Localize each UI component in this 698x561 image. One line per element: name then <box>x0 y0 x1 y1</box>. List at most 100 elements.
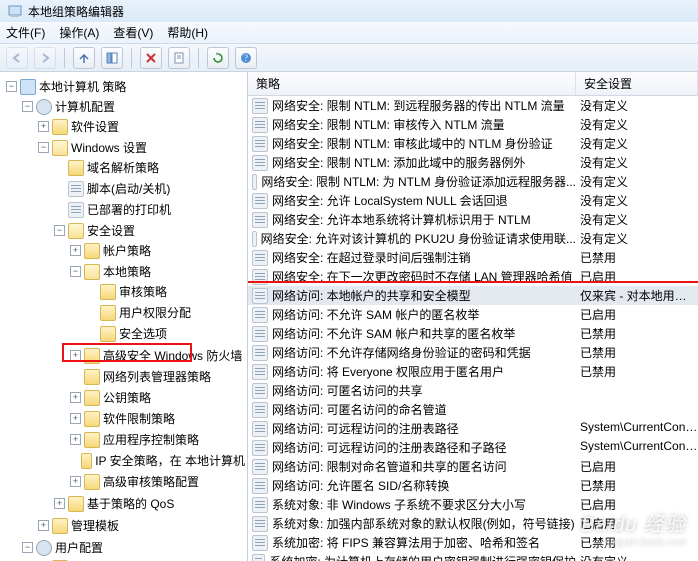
policy-icon <box>252 288 268 304</box>
folder-open-icon <box>68 223 84 239</box>
delete-button[interactable] <box>140 47 162 69</box>
policy-cell: 网络访问: 限制对命名管道和共享的匿名访问 <box>248 458 576 475</box>
show-hide-tree-button[interactable] <box>101 47 123 69</box>
tree-audit-policy[interactable]: 审核策略 <box>84 282 247 301</box>
menu-help[interactable]: 帮助(H) <box>167 24 208 41</box>
policy-row[interactable]: 网络安全: 在超过登录时间后强制注销已禁用 <box>248 248 698 267</box>
setting-cell: 没有定义 <box>576 135 698 152</box>
tree-deployed-printers[interactable]: 已部署的打印机 <box>52 200 247 219</box>
folder-icon <box>52 119 68 135</box>
list-header[interactable]: 策略 安全设置 <box>248 72 698 96</box>
policy-row[interactable]: 网络访问: 可匿名访问的共享 <box>248 381 698 400</box>
policy-cell: 系统加密: 将 FIPS 兼容算法用于加密、哈希和签名 <box>248 534 576 551</box>
setting-cell: 已启用 <box>576 496 698 513</box>
policy-cell: 系统对象: 非 Windows 子系统不要求区分大小写 <box>248 496 576 513</box>
policy-row[interactable]: 网络访问: 将 Everyone 权限应用于匿名用户已禁用 <box>248 362 698 381</box>
policy-row[interactable]: 网络访问: 限制对命名管道和共享的匿名访问已启用 <box>248 457 698 476</box>
policy-row[interactable]: 网络访问: 允许匿名 SID/名称转换已禁用 <box>248 476 698 495</box>
policy-row[interactable]: 网络访问: 不允许 SAM 帐户和共享的匿名枚举已禁用 <box>248 324 698 343</box>
properties-button[interactable] <box>168 47 190 69</box>
policy-row[interactable]: 网络安全: 允许 LocalSystem NULL 会话回退没有定义 <box>248 191 698 210</box>
console-tree[interactable]: −本地计算机 策略 −计算机配置 +软件设置 −Windows 设置 域名解析策… <box>0 72 248 561</box>
tree-ip-security[interactable]: IP 安全策略，在 本地计算机 <box>68 451 247 470</box>
list-body[interactable]: 网络安全: 限制 NTLM: 到远程服务器的传出 NTLM 流量没有定义网络安全… <box>248 96 698 561</box>
policy-icon <box>252 402 268 418</box>
policy-row[interactable]: 系统对象: 加强内部系统对象的默认权限(例如，符号链接)已启用 <box>248 514 698 533</box>
policy-row[interactable]: 系统加密: 将 FIPS 兼容算法用于加密、哈希和签名已禁用 <box>248 533 698 552</box>
policy-cell: 网络访问: 可匿名访问的命名管道 <box>248 401 576 418</box>
menu-file[interactable]: 文件(F) <box>6 24 45 41</box>
policy-icon <box>252 554 265 561</box>
policy-cell: 网络安全: 允许 LocalSystem NULL 会话回退 <box>248 192 576 209</box>
up-button[interactable] <box>73 47 95 69</box>
tree-advanced-audit[interactable]: +高级审核策略配置 <box>68 472 247 491</box>
policy-row[interactable]: 网络安全: 允许本地系统将计算机标识用于 NTLM没有定义 <box>248 210 698 229</box>
setting-cell <box>576 401 698 418</box>
help-button[interactable]: ? <box>235 47 257 69</box>
policy-icon <box>252 440 268 456</box>
policy-row[interactable]: 网络安全: 限制 NTLM: 添加此域中的服务器例外没有定义 <box>248 153 698 172</box>
setting-cell: 已启用 <box>576 458 698 475</box>
column-header-policy[interactable]: 策略 <box>248 72 576 95</box>
folder-icon <box>100 284 116 300</box>
setting-cell: 已禁用 <box>576 249 698 266</box>
tree-policy-qos[interactable]: +基于策略的 QoS <box>52 494 247 513</box>
policy-icon <box>252 326 268 342</box>
policy-row[interactable]: 网络安全: 限制 NTLM: 到远程服务器的传出 NTLM 流量没有定义 <box>248 96 698 115</box>
tree-root[interactable]: −本地计算机 策略 <box>4 77 247 96</box>
tree-local-policy[interactable]: −本地策略 <box>68 262 247 281</box>
folder-icon <box>84 369 100 385</box>
tree-software-settings[interactable]: +软件设置 <box>36 117 247 136</box>
policy-row[interactable]: 系统对象: 非 Windows 子系统不要求区分大小写已启用 <box>248 495 698 514</box>
gear-icon <box>36 540 52 556</box>
tree-app-control[interactable]: +应用程序控制策略 <box>68 430 247 449</box>
menu-view[interactable]: 查看(V) <box>113 24 153 41</box>
forward-button[interactable] <box>34 47 56 69</box>
back-button[interactable] <box>6 47 28 69</box>
setting-cell <box>576 382 698 399</box>
policy-row[interactable]: 网络安全: 在下一次更改密码时不存储 LAN 管理器哈希值已启用 <box>248 267 698 286</box>
policy-cell: 网络访问: 本地帐户的共享和安全模型 <box>248 287 576 304</box>
tree-security-options[interactable]: 安全选项 <box>84 324 247 343</box>
tree-public-key[interactable]: +公钥策略 <box>68 388 247 407</box>
policy-cell: 网络访问: 可匿名访问的共享 <box>248 382 576 399</box>
policy-row[interactable]: 网络访问: 本地帐户的共享和安全模型仅来宾 - 对本地用户进... <box>248 286 698 305</box>
policy-icon <box>252 98 268 114</box>
tree-user-config[interactable]: −用户配置 <box>20 538 247 557</box>
tree-name-resolution[interactable]: 域名解析策略 <box>52 158 247 177</box>
toolbar-separator <box>198 48 199 68</box>
tree-software-restrict[interactable]: +软件限制策略 <box>68 409 247 428</box>
policy-row[interactable]: 系统加密: 为计算机上存储的用户密钥强制进行强密钥保护没有定义 <box>248 552 698 561</box>
policy-row[interactable]: 网络安全: 限制 NTLM: 审核此域中的 NTLM 身份验证没有定义 <box>248 134 698 153</box>
column-header-setting[interactable]: 安全设置 <box>576 72 698 95</box>
printer-icon <box>68 202 84 218</box>
tree-security-settings[interactable]: −安全设置 <box>52 221 247 240</box>
tree-scripts[interactable]: 脚本(启动/关机) <box>52 179 247 198</box>
tree-computer-config[interactable]: −计算机配置 <box>20 97 247 116</box>
tree-account-policy[interactable]: +帐户策略 <box>68 241 247 260</box>
policy-row[interactable]: 网络安全: 允许对该计算机的 PKU2U 身份验证请求使用联...没有定义 <box>248 229 698 248</box>
menu-action[interactable]: 操作(A) <box>59 24 99 41</box>
policy-row[interactable]: 网络访问: 可匿名访问的命名管道 <box>248 400 698 419</box>
policy-icon <box>252 136 268 152</box>
policy-row[interactable]: 网络访问: 可远程访问的注册表路径System\CurrentContro... <box>248 419 698 438</box>
policy-cell: 网络访问: 不允许 SAM 帐户的匿名枚举 <box>248 306 576 323</box>
policy-cell: 网络安全: 允许对该计算机的 PKU2U 身份验证请求使用联... <box>248 230 576 247</box>
policy-row[interactable]: 网络访问: 可远程访问的注册表路径和子路径System\CurrentContr… <box>248 438 698 457</box>
tree-user-rights[interactable]: 用户权限分配 <box>84 303 247 322</box>
tree-network-list[interactable]: 网络列表管理器策略 <box>68 367 247 386</box>
tree-advanced-firewall[interactable]: +高级安全 Windows 防火墙 <box>68 346 247 365</box>
setting-cell: 没有定义 <box>576 173 698 190</box>
policy-row[interactable]: 网络安全: 限制 NTLM: 审核传入 NTLM 流量没有定义 <box>248 115 698 134</box>
setting-cell: 仅来宾 - 对本地用户进... <box>576 287 698 304</box>
policy-icon <box>252 345 268 361</box>
policy-cell: 系统加密: 为计算机上存储的用户密钥强制进行强密钥保护 <box>248 553 576 561</box>
tree-windows-settings[interactable]: −Windows 设置 <box>36 138 247 157</box>
policy-row[interactable]: 网络访问: 不允许存储网络身份验证的密码和凭据已禁用 <box>248 343 698 362</box>
policy-icon <box>252 516 268 532</box>
tree-admin-templates[interactable]: +管理模板 <box>36 516 247 535</box>
refresh-button[interactable] <box>207 47 229 69</box>
policy-row[interactable]: 网络访问: 不允许 SAM 帐户的匿名枚举已启用 <box>248 305 698 324</box>
policy-row[interactable]: 网络安全: 限制 NTLM: 为 NTLM 身份验证添加远程服务器...没有定义 <box>248 172 698 191</box>
folder-icon <box>84 348 100 364</box>
